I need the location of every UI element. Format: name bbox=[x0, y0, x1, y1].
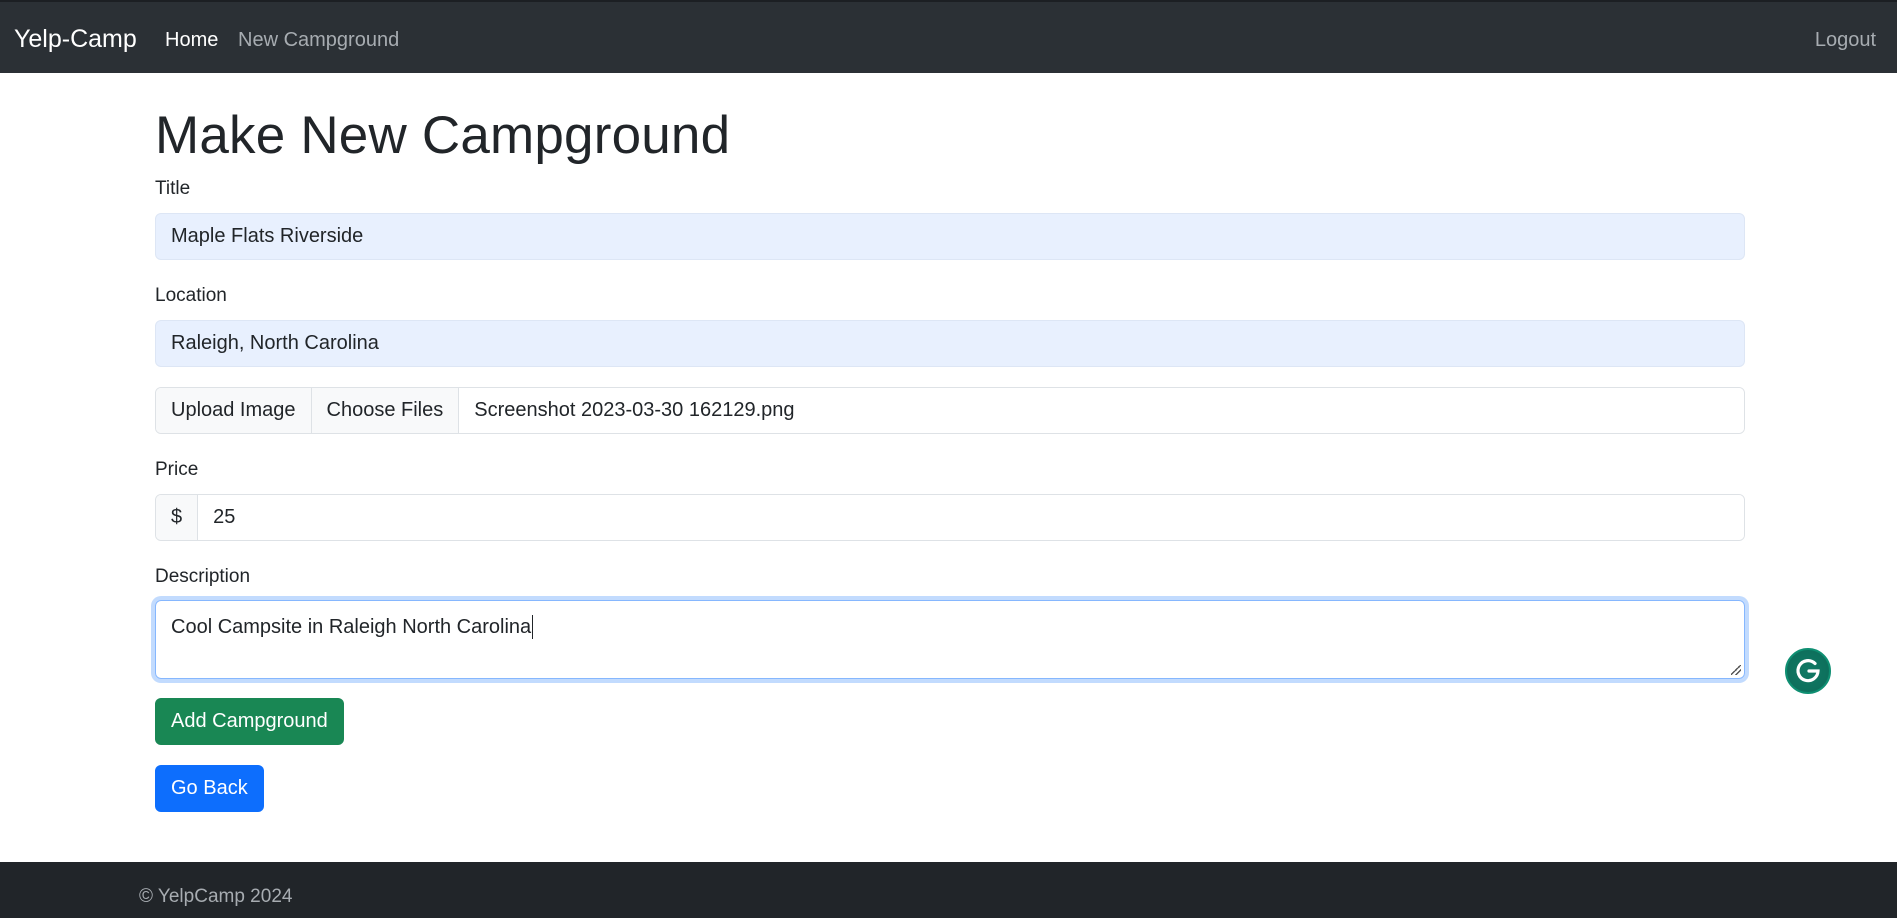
choose-files-button[interactable]: Choose Files bbox=[311, 388, 460, 433]
text-caret bbox=[532, 615, 534, 639]
upload-image-label: Upload Image bbox=[156, 388, 312, 433]
add-campground-button[interactable]: Add Campground bbox=[155, 698, 344, 745]
grammarly-icon[interactable] bbox=[1785, 648, 1831, 694]
title-input[interactable]: Maple Flats Riverside bbox=[155, 213, 1745, 260]
description-label: Description bbox=[155, 566, 251, 587]
description-textarea[interactable]: Cool Campsite in Raleigh North Carolina bbox=[155, 600, 1745, 679]
resize-handle[interactable] bbox=[1731, 665, 1741, 675]
location-label: Location bbox=[155, 285, 227, 306]
nav-logout-link[interactable]: Logout bbox=[1815, 28, 1876, 52]
currency-addon: $ bbox=[156, 495, 199, 540]
footer-copyright: © YelpCamp 2024 bbox=[139, 886, 293, 907]
go-back-button[interactable]: Go Back bbox=[155, 765, 264, 812]
nav-new-campground-link[interactable]: New Campground bbox=[238, 28, 399, 52]
brand-link[interactable]: Yelp-Camp bbox=[14, 24, 137, 54]
nav-home-link[interactable]: Home bbox=[165, 28, 218, 52]
navbar: Yelp-Camp Home New Campground Logout bbox=[0, 0, 1897, 73]
page-title: Make New Campground bbox=[155, 106, 731, 165]
grammarly-glyph bbox=[1796, 659, 1820, 683]
title-label: Title bbox=[155, 178, 191, 199]
price-label: Price bbox=[155, 459, 199, 480]
price-group: $ 25 bbox=[155, 494, 1745, 541]
location-input[interactable]: Raleigh, North Carolina bbox=[155, 320, 1745, 367]
upload-image-group: Upload Image Choose Files Screenshot 202… bbox=[155, 387, 1745, 434]
description-text: Cool Campsite in Raleigh North Carolina bbox=[171, 616, 532, 638]
price-input[interactable]: 25 bbox=[198, 495, 1744, 540]
footer: © YelpCamp 2024 bbox=[0, 862, 1897, 918]
file-name-display[interactable]: Screenshot 2023-03-30 162129.png bbox=[459, 388, 1744, 433]
